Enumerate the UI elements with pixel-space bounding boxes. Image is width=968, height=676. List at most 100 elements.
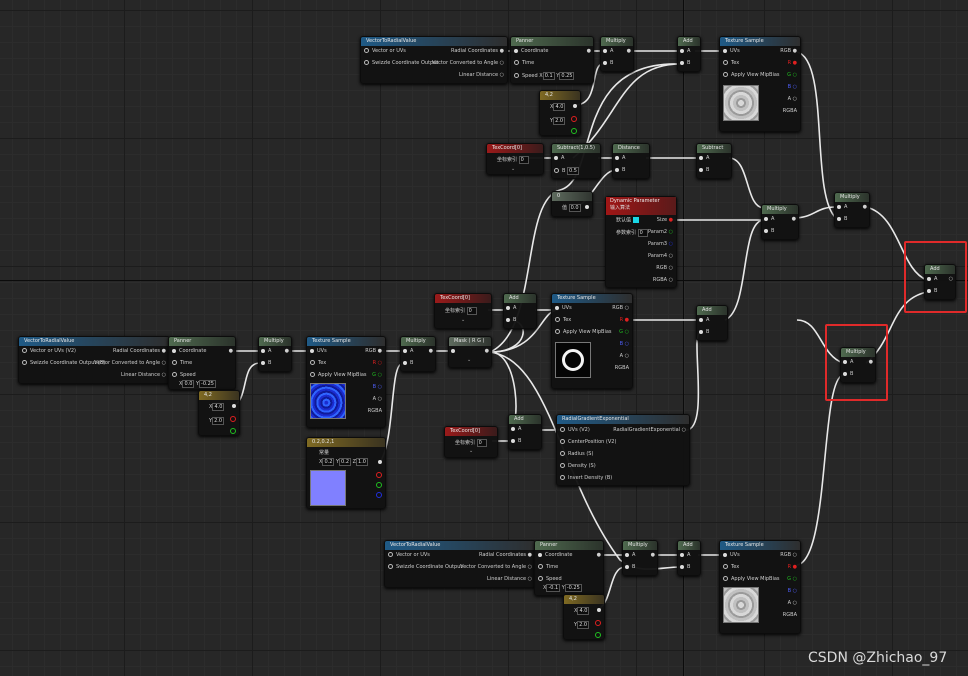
pin-b[interactable]: B [603,60,613,67]
pin-swizzle[interactable]: Swizzle Coordinate Output [388,564,462,571]
pin-a[interactable]: A [615,155,625,162]
pin-output[interactable]: ● [587,48,591,55]
pin-b-channel[interactable]: B ○ [788,588,797,595]
pin-a[interactable]: A [699,317,709,324]
pin-param2[interactable]: Param2 ○ [648,229,673,236]
node-constant-0[interactable]: 0 值 0.0 [551,191,593,217]
speed-fields[interactable]: X -0.1 Y -0.25 [543,584,582,592]
pin-b[interactable]: B [261,360,271,367]
pin-output[interactable]: ● [229,348,233,355]
pin-a[interactable]: A [680,48,690,55]
pin-b-channel[interactable]: B ○ [788,84,797,91]
pin-vector-angle[interactable]: Vector Converted to Angle ○ [432,60,504,67]
pin-time[interactable]: Time [538,564,558,571]
pin-a[interactable]: A [625,552,635,559]
node-subtract[interactable]: Subtract A B [696,143,732,179]
pin-uvs[interactable]: UVs (V2) [560,427,590,434]
pin-coordinate[interactable]: Coordinate [172,348,206,355]
pin-b[interactable]: B [511,438,521,445]
pin-vector-angle[interactable]: Vector Converted to Angle ○ [460,564,532,571]
pin-b-channel[interactable]: B ○ [373,384,382,391]
pin-a[interactable]: A [403,348,413,355]
pin-b[interactable]: B [506,317,516,324]
x-field[interactable]: X 4.0 [550,103,566,111]
pin-rgba[interactable]: RGBA [368,408,382,415]
pin-b[interactable]: B [680,60,690,67]
pin-a-channel[interactable]: A ○ [788,600,797,607]
pin-rgb[interactable]: RGB ○ [780,552,797,559]
pin-density[interactable]: Density (S) [560,463,596,470]
pin-output[interactable]: ● [429,348,433,355]
pin-a[interactable]: A [261,348,271,355]
pin-b[interactable]: B [625,564,635,571]
node-add-low[interactable]: Add A B [508,414,542,450]
node-vector-to-radial-top[interactable]: VectorToRadialValue Vector or UVs Swizzl… [360,36,508,84]
node-texcoord-1[interactable]: TexCoord[0] 坐标索引 0 ⌄ [486,143,544,175]
pin-time[interactable]: Time [514,60,534,67]
pin-output[interactable]: ● [485,348,489,355]
pin-b[interactable]: B [837,216,847,223]
node-radial-gradient[interactable]: RadialGradientExponential UVs (V2) Cente… [556,414,690,486]
pin-vector-or-uvs[interactable]: Vector or UVs [388,552,430,559]
pin-output[interactable]: RadialGradientExponential ○ [613,427,686,434]
node-constant2-bottom[interactable]: 4,2 X 4.0 Y 2.0 [563,594,605,640]
material-graph-canvas[interactable]: VectorToRadialValue Vector or UVs Swizzl… [0,0,968,676]
node-add-mid-2[interactable]: Add A B [696,305,728,341]
node-vector-to-radial-bottom[interactable]: VectorToRadialValue Vector or UVs Swizzl… [384,540,536,588]
node-distance[interactable]: Distance A B [612,143,650,179]
node-multiply-top[interactable]: Multiply A B ● [600,36,634,72]
pin-swizzle[interactable]: Swizzle Coordinate Output (B) [22,360,105,367]
pin-output[interactable]: ● [285,348,289,355]
pin-rgba[interactable]: RGBA [783,612,797,619]
pin-b[interactable]: B [680,564,690,571]
pin-a[interactable]: A [680,552,690,559]
pin-a[interactable]: A [699,155,709,162]
pin-b-channel[interactable]: B ○ [620,341,629,348]
pin-rgba[interactable]: RGBA [615,365,629,372]
pin-r[interactable]: R ● [788,60,797,67]
node-add-bottom[interactable]: Add A B [677,540,701,576]
pin-radial-coordinates[interactable]: Radial Coordinates ● [479,552,532,559]
coord-index[interactable]: 坐标索引 0 [455,439,487,447]
pin-size[interactable]: Size ● [657,217,673,224]
pin-a[interactable]: A [511,426,521,433]
pin-tex[interactable]: Tex [723,60,739,67]
pin-output[interactable]: ● [792,216,796,223]
pin-rgb[interactable]: RGB ● [780,48,797,55]
node-multiply-left[interactable]: Multiply A B ● [258,336,292,372]
pin-a-channel[interactable]: A ○ [620,353,629,360]
pin-tex[interactable]: Tex [555,317,571,324]
chevron-down-icon[interactable]: ⌄ [467,357,471,363]
x-field[interactable]: X 4.0 [574,607,590,615]
pin-a[interactable]: A [764,216,774,223]
pin-tex[interactable]: Tex [723,564,739,571]
pin-swizzle[interactable]: Swizzle Coordinate Output [364,60,438,67]
node-add-mid[interactable]: Add A B [503,293,537,329]
pin-a-channel[interactable]: A ○ [373,396,382,403]
chevron-down-icon[interactable]: ⌄ [511,166,515,172]
pin-r[interactable]: R ○ [373,360,382,367]
speed-x-input[interactable]: 0.1 [542,72,555,80]
node-constant3[interactable]: 0.2,0.2,1 常量 X 0.2 Y 0.2 Z 1.0 [306,437,386,509]
pin-linear-distance[interactable]: Linear Distance ○ [487,576,532,583]
chevron-down-icon[interactable]: ⌄ [469,448,473,454]
node-add-top[interactable]: Add A B [677,36,701,72]
node-dynamic-parameter[interactable]: Dynamic Parameter 输入算法 默认值 参数索引 0 Size ● … [605,196,677,288]
node-panner-left[interactable]: Panner Coordinate Time Speed X 0.0 Y -0.25… [168,336,236,390]
node-multiply-left-2[interactable]: Multiply A B ● [400,336,436,372]
pin-rgb[interactable]: RGB ○ [656,265,673,272]
node-panner-bottom[interactable]: Panner Coordinate Time Speed X -0.1 Y -0.2… [534,540,604,596]
node-constant2-left[interactable]: 4,2 X 4.0 Y 2.0 [198,390,240,436]
pin-radial-coordinates[interactable]: Radial Coordinates ● [113,348,166,355]
pin-coordinate[interactable]: Coordinate [538,552,572,559]
pin-b[interactable]: B [615,167,625,174]
pin-g[interactable]: G ○ [619,329,629,336]
pin-speed[interactable]: Speed [538,576,562,583]
pin-mip[interactable]: Apply View MipBias [555,329,612,336]
pin-uvs[interactable]: UVs [310,348,327,355]
pin-output[interactable]: ● [597,552,601,559]
pin-b[interactable]: B [699,167,709,174]
chevron-down-icon[interactable]: ⌄ [461,317,465,323]
pin-output[interactable]: ● [627,48,631,55]
pin-a-channel[interactable]: A ○ [788,96,797,103]
